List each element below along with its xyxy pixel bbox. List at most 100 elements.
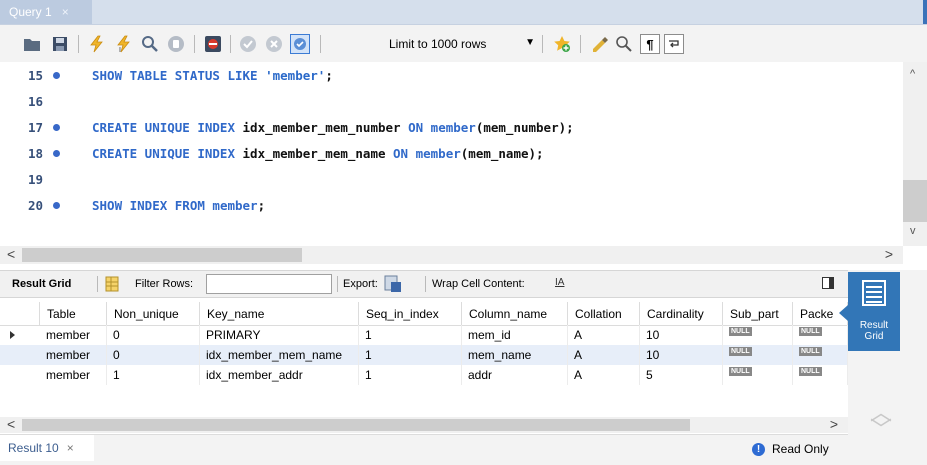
scroll-left-icon[interactable]: < [7,246,15,262]
table-cell[interactable]: 1 [359,365,462,385]
add-snippet-icon[interactable] [552,34,572,54]
svg-text:I: I [119,47,121,53]
table-cell[interactable]: 10 [640,325,723,345]
table-cell[interactable]: 1 [359,345,462,365]
result-grid-label-2: Grid [864,331,884,342]
explain-icon[interactable] [140,34,160,54]
table-cell[interactable]: 5 [640,365,723,385]
find-icon[interactable] [614,34,634,54]
toggle-panel-icon[interactable] [822,277,834,289]
table-cell[interactable]: idx_member_addr [200,365,359,385]
tab-label: Query 1 [9,5,52,19]
code-line[interactable]: 16 [0,88,903,114]
close-icon[interactable]: × [62,5,69,19]
table-cell[interactable]: NULL [793,325,848,345]
scroll-left-icon[interactable]: < [7,416,15,432]
statement-marker-icon [53,201,60,209]
table-cell[interactable]: A [568,365,640,385]
export-label: Export: [343,278,378,290]
scroll-right-icon[interactable]: > [885,246,893,262]
execute-icon[interactable] [86,34,106,54]
tabbar-edge [923,0,927,24]
null-badge: NULL [799,346,822,356]
wrap-cell-icon[interactable]: IA [555,277,564,288]
table-cell[interactable]: mem_name [462,345,568,365]
export-icon[interactable] [384,275,402,296]
tab-query-1[interactable]: Query 1 × [0,0,92,24]
result-grid-button[interactable]: Result Grid [839,272,900,351]
execute-current-icon[interactable]: I [113,34,133,54]
scroll-thumb[interactable] [22,419,690,431]
code-line[interactable]: 17 CREATE UNIQUE INDEX idx_member_mem_num… [0,114,903,140]
commit-icon[interactable] [238,34,258,54]
result-side-panel: Result Grid ︿ ﹀ [839,270,927,465]
table-cell[interactable]: member [40,325,107,345]
result-tab-label: Result 10 [8,441,59,455]
table-cell[interactable]: mem_id [462,325,568,345]
code-line[interactable]: 20 SHOW INDEX FROM member; [0,192,903,218]
scroll-thumb[interactable] [903,180,927,222]
autocommit-icon[interactable] [290,34,310,54]
table-cell[interactable]: 10 [640,345,723,365]
table-cell[interactable]: 1 [359,325,462,345]
query-tab-bar: Query 1 × [0,0,927,25]
table-cell[interactable]: 1 [107,365,200,385]
rollback-icon[interactable] [264,34,284,54]
editor-horizontal-scrollbar[interactable]: < > [0,246,903,264]
table-row[interactable]: member 0 idx_member_mem_name 1 mem_name A 10 NU… [0,345,848,365]
table-row[interactable]: member 0 PRIMARY 1 mem_id A 10 NULL NULL [0,325,848,345]
table-cell[interactable]: NULL [793,345,848,365]
table-cell[interactable]: NULL [723,345,793,365]
code-token: CREATE UNIQUE INDEX [92,119,243,135]
scroll-down-icon[interactable]: v [910,225,916,237]
table-cell[interactable]: addr [462,365,568,385]
column-header[interactable]: Non_unique [107,302,200,325]
code-line[interactable]: 15 SHOW TABLE STATUS LIKE 'member'; [0,62,903,88]
scroll-thumb[interactable] [22,248,302,262]
wrap-lines-icon[interactable] [664,34,684,54]
column-header[interactable]: Table [40,302,107,325]
table-cell[interactable]: member [40,345,107,365]
save-icon[interactable] [50,34,70,54]
column-header[interactable]: Cardinality [640,302,723,325]
toggle-error-icon[interactable] [203,34,223,54]
column-header[interactable]: Column_name [462,302,568,325]
table-cell[interactable]: PRIMARY [200,325,359,345]
table-cell[interactable]: A [568,345,640,365]
code-line[interactable]: 19 [0,166,903,192]
tab-result-10[interactable]: Result 10 × [0,435,94,461]
invisible-chars-icon[interactable]: ¶ [640,34,660,54]
limit-rows-select[interactable]: Limit to 1000 rows ▼ [381,34,541,54]
table-cell[interactable]: A [568,325,640,345]
table-cell[interactable]: NULL [723,325,793,345]
grid-horizontal-scrollbar[interactable]: < > [0,416,848,433]
open-folder-icon[interactable] [22,34,42,54]
panel-scroll-down-icon[interactable]: ﹀ [870,412,892,444]
table-cell[interactable]: 0 [107,325,200,345]
code-token: ON [393,145,416,161]
scroll-up-icon[interactable]: ^ [910,68,915,80]
editor-vertical-scrollbar[interactable]: ^ v [903,62,927,246]
stop-icon[interactable] [166,34,186,54]
table-cell[interactable]: member [40,365,107,385]
sql-editor[interactable]: 15 SHOW TABLE STATUS LIKE 'member'; 16 17 CR… [0,62,903,246]
scroll-right-icon[interactable]: > [830,416,838,432]
table-cell[interactable]: 0 [107,345,200,365]
close-icon[interactable]: × [67,441,74,455]
table-cell[interactable]: idx_member_mem_name [200,345,359,365]
column-header[interactable]: Sub_part [723,302,793,325]
toolbar-separator [320,35,321,53]
result-grid-toolbar: Result Grid Filter Rows: Export: Wrap Ce… [0,270,848,298]
null-badge: NULL [729,346,752,356]
table-cell[interactable]: NULL [793,365,848,385]
column-header[interactable]: Seq_in_index [359,302,462,325]
beautify-icon[interactable] [590,34,610,54]
form-editor-icon[interactable] [105,276,119,295]
code-line[interactable]: 18 CREATE UNIQUE INDEX idx_member_mem_nam… [0,140,903,166]
table-cell[interactable]: NULL [723,365,793,385]
filter-rows-input[interactable] [206,274,332,294]
toolbar-separator [425,276,426,292]
column-header[interactable]: Collation [568,302,640,325]
table-row[interactable]: member 1 idx_member_addr 1 addr A 5 NULL NULL [0,365,848,385]
column-header[interactable]: Key_name [200,302,359,325]
